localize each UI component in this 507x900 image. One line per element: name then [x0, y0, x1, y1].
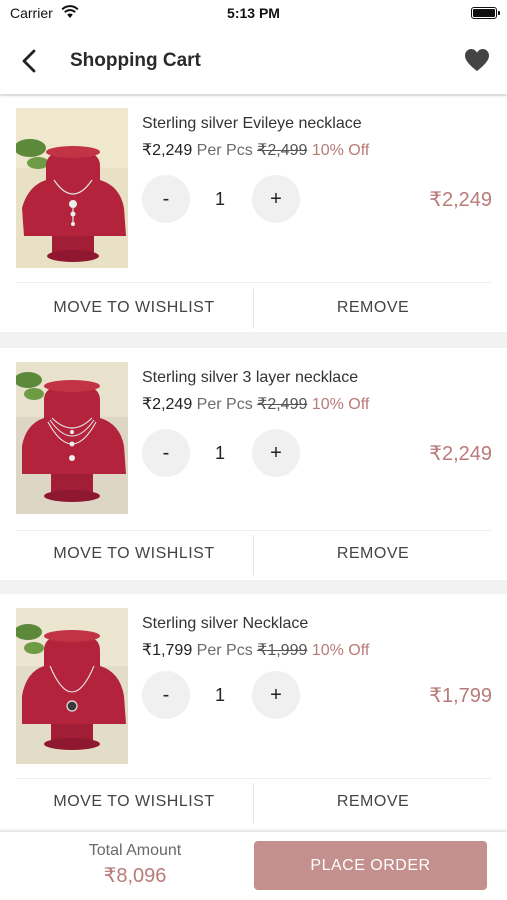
original-price: ₹2,499 — [257, 396, 308, 413]
discount-label: 10% Off — [311, 142, 370, 159]
unit-price: ₹2,249 — [142, 396, 193, 413]
total-amount-label: Total Amount — [88, 842, 182, 859]
cart-item: Sterling silver Necklace ₹1,799 Per Pcs … — [0, 594, 507, 830]
status-bar: Carrier 5:13 PM — [0, 0, 507, 28]
remove-button[interactable]: REMOVE — [253, 793, 493, 811]
place-order-button[interactable]: PLACE ORDER — [254, 841, 487, 890]
per-unit-label: Per Pcs — [196, 142, 253, 159]
product-name[interactable]: Sterling silver Evileye necklace — [142, 115, 362, 133]
divider — [16, 282, 491, 283]
quantity-value: 1 — [214, 189, 225, 209]
move-to-wishlist-button[interactable]: MOVE TO WISHLIST — [14, 793, 254, 811]
product-name[interactable]: Sterling silver Necklace — [142, 615, 308, 633]
product-name[interactable]: Sterling silver 3 layer necklace — [142, 369, 358, 387]
original-price: ₹2,499 — [257, 142, 308, 159]
discount-label: 10% Off — [311, 642, 370, 659]
decrement-button[interactable]: - — [142, 429, 190, 477]
divider — [16, 778, 491, 779]
per-unit-label: Per Pcs — [196, 642, 253, 659]
cart-item: Sterling silver 3 layer necklace ₹2,249 … — [0, 348, 507, 580]
unit-price: ₹2,249 — [142, 142, 193, 159]
quantity-value: 1 — [214, 685, 225, 705]
increment-button[interactable]: + — [252, 429, 300, 477]
price-line: ₹1,799 Per Pcs ₹1,999 10% Off — [142, 640, 369, 660]
total-amount-value: ₹8,096 — [103, 865, 167, 887]
price-line: ₹2,249 Per Pcs ₹2,499 10% Off — [142, 140, 369, 160]
remove-button[interactable]: REMOVE — [253, 545, 493, 563]
quantity-value: 1 — [214, 443, 225, 463]
unit-price: ₹1,799 — [142, 642, 193, 659]
decrement-button[interactable]: - — [142, 671, 190, 719]
discount-label: 10% Off — [311, 396, 370, 413]
product-image[interactable] — [16, 108, 128, 268]
line-total: ₹2,249 — [429, 443, 492, 465]
remove-button[interactable]: REMOVE — [253, 299, 493, 317]
page-title: Shopping Cart — [70, 50, 201, 71]
line-total: ₹2,249 — [429, 189, 492, 211]
chevron-left-icon[interactable] — [14, 46, 44, 76]
per-unit-label: Per Pcs — [196, 396, 253, 413]
heart-icon[interactable] — [463, 46, 491, 74]
decrement-button[interactable]: - — [142, 175, 190, 223]
product-image[interactable] — [16, 608, 128, 764]
move-to-wishlist-button[interactable]: MOVE TO WISHLIST — [14, 545, 254, 563]
price-line: ₹2,249 Per Pcs ₹2,499 10% Off — [142, 394, 369, 414]
product-image[interactable] — [16, 362, 128, 514]
battery-icon — [471, 7, 500, 19]
status-time: 5:13 PM — [227, 5, 280, 21]
increment-button[interactable]: + — [252, 175, 300, 223]
increment-button[interactable]: + — [252, 671, 300, 719]
original-price: ₹1,999 — [257, 642, 308, 659]
cart-item: Sterling silver Evileye necklace ₹2,249 … — [0, 96, 507, 332]
line-total: ₹1,799 — [429, 685, 492, 707]
header: Shopping Cart — [0, 28, 507, 94]
divider — [16, 530, 491, 531]
checkout-bar: Total Amount ₹8,096 PLACE ORDER — [0, 832, 507, 900]
move-to-wishlist-button[interactable]: MOVE TO WISHLIST — [14, 299, 254, 317]
